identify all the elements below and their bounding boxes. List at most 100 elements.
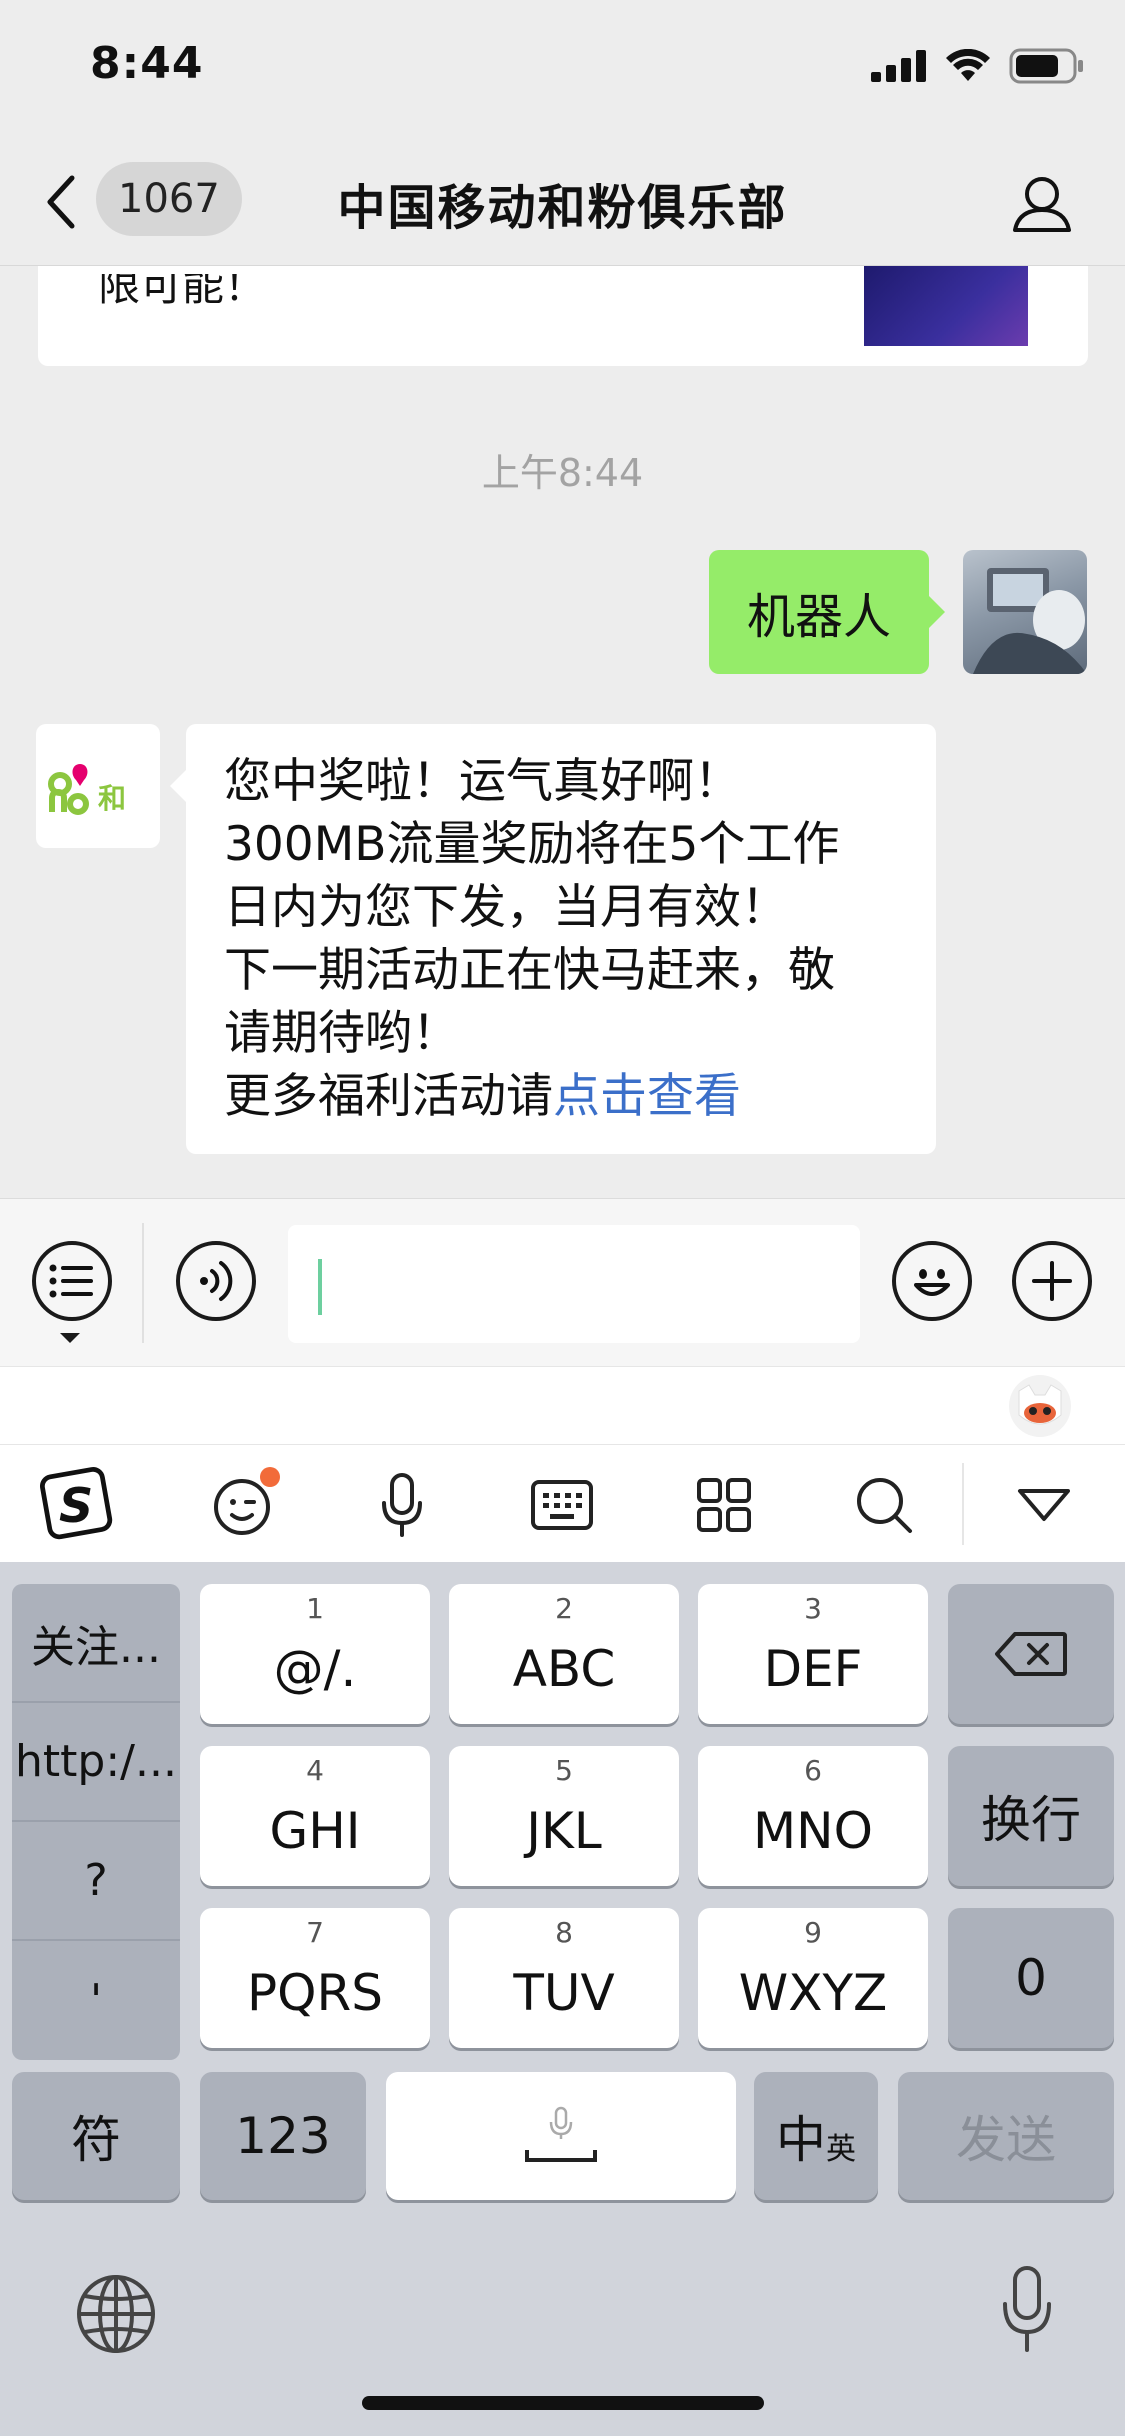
key-number: 7 xyxy=(306,1916,324,1949)
quick-phrase-item[interactable]: ' xyxy=(12,1941,180,2060)
key-2[interactable]: 2 ABC xyxy=(449,1584,679,1724)
microphone-icon xyxy=(1003,2266,1051,2352)
notification-dot xyxy=(260,1467,280,1487)
bot-message-line: 请期待哟！ xyxy=(224,1006,459,1061)
key-label: GHI xyxy=(269,1802,361,1860)
chinese-english-switch-key[interactable]: 中英 xyxy=(754,2072,878,2200)
key-number: 6 xyxy=(804,1754,822,1787)
person-icon xyxy=(1013,177,1071,232)
bot-message-line: 日内为您下发，当月有效！ xyxy=(224,880,788,935)
globe-icon xyxy=(77,2275,155,2353)
text-caret xyxy=(318,1259,322,1315)
message-timestamp: 上午8:44 xyxy=(481,451,644,495)
key-label: PQRS xyxy=(247,1964,383,2022)
key-1[interactable]: 1 @/. xyxy=(200,1584,430,1724)
sogou-s-icon: S xyxy=(40,1467,113,1540)
emoji-panel-button[interactable] xyxy=(204,1467,280,1543)
voice-wave-icon xyxy=(200,1261,233,1301)
key-label: JKL xyxy=(526,1802,602,1860)
chat-area[interactable]: 限可能！ 上午8:44 机器人 和 您中奖啦！运气真好啊！ 300MB流量奖励将… xyxy=(0,266,1125,1198)
key-label: @/. xyxy=(273,1640,357,1698)
key-0[interactable]: 0 xyxy=(948,1908,1114,2048)
status-bar: 8:44 xyxy=(0,0,1125,140)
home-indicator[interactable] xyxy=(362,2396,764,2410)
my-message-text: 机器人 xyxy=(746,589,891,645)
hide-keyboard-button[interactable] xyxy=(1006,1467,1082,1543)
menu-toggle-button[interactable] xyxy=(32,1241,112,1321)
key-label: MNO xyxy=(753,1802,873,1860)
signal-icon xyxy=(871,50,926,82)
space-mic-icon xyxy=(525,2106,597,2162)
bot-avatar[interactable]: 和 xyxy=(36,724,160,848)
quick-phrase-panel[interactable]: 关注... http:/... ? ' xyxy=(12,1584,180,2060)
keyboard-switch-button[interactable] xyxy=(524,1467,600,1543)
numbers-label: 123 xyxy=(235,2107,331,2165)
key-label: DEF xyxy=(763,1640,863,1698)
toolbox-button[interactable] xyxy=(686,1467,762,1543)
quick-phrase-item[interactable]: http:/... xyxy=(12,1703,180,1822)
sogou-logo-button[interactable]: S xyxy=(40,1467,116,1543)
svg-text:S: S xyxy=(59,1479,93,1534)
view-more-link[interactable]: 点击查看 xyxy=(553,1069,741,1124)
key-6[interactable]: 6 MNO xyxy=(698,1746,928,1886)
emoji-button[interactable] xyxy=(892,1241,972,1321)
key-4[interactable]: 4 GHI xyxy=(200,1746,430,1886)
svg-text:和: 和 xyxy=(98,782,126,815)
keyboard-search-button[interactable] xyxy=(846,1467,922,1543)
key-7[interactable]: 7 PQRS xyxy=(200,1908,430,2048)
key-number: 2 xyxy=(555,1592,573,1625)
previous-card-text: 限可能！ xyxy=(98,274,267,310)
bot-message-bubble[interactable]: 您中奖啦！运气真好啊！ 300MB流量奖励将在5个工作 日内为您下发，当月有效！… xyxy=(170,724,936,1154)
plus-icon xyxy=(1032,1261,1072,1301)
andhe-logo-icon: 和 xyxy=(48,764,126,815)
space-key[interactable] xyxy=(386,2072,736,2200)
newline-key[interactable]: 换行 xyxy=(948,1746,1114,1886)
key-9[interactable]: 9 WXYZ xyxy=(698,1908,928,2048)
candidate-bar xyxy=(0,1366,1125,1444)
my-message-bubble[interactable]: 机器人 xyxy=(708,550,946,674)
quick-phrase-item[interactable]: 关注... xyxy=(12,1584,180,1703)
send-label: 发送 xyxy=(956,2111,1056,2169)
status-time: 8:44 xyxy=(90,38,204,89)
more-actions-button[interactable] xyxy=(1012,1241,1092,1321)
search-icon xyxy=(857,1478,912,1533)
globe-button[interactable] xyxy=(74,2272,158,2356)
bot-message-line: 下一期活动正在快马赶来，敬 xyxy=(224,943,835,998)
key-5[interactable]: 5 JKL xyxy=(449,1746,679,1886)
voice-input-button[interactable] xyxy=(176,1241,256,1321)
send-key[interactable]: 发送 xyxy=(898,2072,1114,2200)
key-3[interactable]: 3 DEF xyxy=(698,1584,928,1724)
key-number: 1 xyxy=(306,1592,324,1625)
key-label: ABC xyxy=(512,1640,616,1698)
keyboard-toolbar: S xyxy=(0,1444,1125,1562)
message-input[interactable] xyxy=(288,1225,860,1343)
dictation-button[interactable] xyxy=(999,2264,1055,2354)
voice-typing-button[interactable] xyxy=(364,1467,440,1543)
quick-phrase-item[interactable]: ? xyxy=(12,1822,180,1941)
numbers-key[interactable]: 123 xyxy=(200,2072,366,2200)
symbols-label: 符 xyxy=(71,2111,121,2169)
bot-message-line: 您中奖啦！运气真好啊！ xyxy=(224,754,741,809)
symbols-key[interactable]: 符 xyxy=(12,2072,180,2200)
bot-message-prefix: 更多福利活动请 xyxy=(224,1069,553,1124)
key-number: 3 xyxy=(804,1592,822,1625)
previous-article-card[interactable]: 限可能！ xyxy=(38,266,1088,366)
key-number: 4 xyxy=(306,1754,324,1787)
smiley-icon xyxy=(914,1269,950,1296)
key-number: 5 xyxy=(555,1754,573,1787)
my-avatar[interactable] xyxy=(963,550,1087,674)
previous-card-thumbnail xyxy=(864,266,1028,346)
backspace-key[interactable] xyxy=(948,1584,1114,1724)
chat-title: 中国移动和粉俱乐部 xyxy=(337,180,788,236)
microphone-icon xyxy=(382,1473,422,1537)
chevron-down-icon xyxy=(60,1333,80,1343)
chinese-label: 中 xyxy=(776,2111,826,2169)
key-label: TUV xyxy=(513,1964,615,2022)
list-icon xyxy=(49,1264,93,1298)
ime-mascot-icon[interactable] xyxy=(1009,1375,1071,1437)
key-8[interactable]: 8 TUV xyxy=(449,1908,679,2048)
bot-message-line-last: 更多福利活动请点击查看 xyxy=(224,1065,900,1128)
profile-button[interactable] xyxy=(1011,172,1073,234)
key-number: 9 xyxy=(804,1916,822,1949)
key-number: 8 xyxy=(555,1916,573,1949)
